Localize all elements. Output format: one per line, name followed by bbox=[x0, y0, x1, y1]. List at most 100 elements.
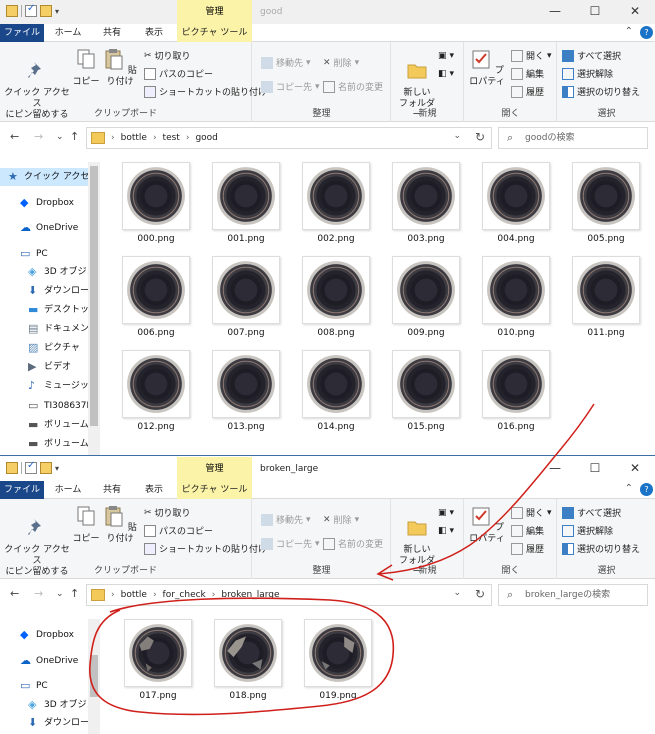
nav-item[interactable]: ▬ ボリューム (F:) bbox=[0, 435, 88, 453]
address-bar[interactable]: › bottle › for_check › broken_large ⌄ ↻ bbox=[86, 584, 492, 606]
tab-share[interactable]: 共有 bbox=[94, 24, 130, 42]
file-item[interactable]: 010.png bbox=[476, 256, 556, 344]
close-button[interactable]: ✕ bbox=[615, 0, 655, 24]
nav-item[interactable]: ◆ Dropbox bbox=[0, 194, 88, 212]
tab-view[interactable]: 表示 bbox=[136, 24, 172, 42]
new-item-button[interactable]: ▣ ▾ bbox=[438, 49, 454, 62]
nav-item[interactable]: ◈ 3D オブジェクト bbox=[0, 263, 88, 281]
file-item[interactable]: 018.png bbox=[208, 619, 288, 707]
copy-path-button[interactable]: パスのコピー bbox=[144, 67, 213, 80]
properties-icon[interactable] bbox=[25, 460, 37, 474]
easy-access-button[interactable]: ◧ ▾ bbox=[438, 67, 454, 80]
help-icon[interactable]: ? bbox=[640, 26, 653, 39]
nav-item[interactable]: ♪ ミュージック bbox=[0, 377, 88, 395]
file-item[interactable]: 006.png bbox=[116, 256, 196, 344]
paste-button[interactable]: 貼り付け bbox=[102, 48, 138, 88]
invert-selection-button[interactable]: 選択の切り替え bbox=[562, 85, 640, 98]
search-input[interactable]: ⌕ goodの検索 bbox=[498, 127, 648, 149]
rename-button[interactable]: 名前の変更 bbox=[323, 537, 383, 550]
properties-button[interactable]: プロパティ bbox=[467, 48, 507, 88]
nav-scrollbar[interactable] bbox=[88, 619, 100, 734]
select-all-button[interactable]: すべて選択 bbox=[562, 506, 621, 519]
new-item-button[interactable]: ▣ ▾ bbox=[438, 506, 454, 519]
nav-scrollbar[interactable] bbox=[88, 162, 100, 455]
nav-item[interactable]: ◆ Dropbox bbox=[0, 626, 88, 644]
cut-button[interactable]: ✂ 切り取り bbox=[144, 49, 191, 63]
edit-button[interactable]: 編集 bbox=[511, 524, 544, 537]
up-button[interactable]: ↑ bbox=[70, 130, 79, 143]
maximize-button[interactable]: ☐ bbox=[575, 0, 615, 24]
file-item[interactable]: 003.png bbox=[386, 162, 466, 250]
tab-share[interactable]: 共有 bbox=[94, 481, 130, 499]
customize-toolbar-icon[interactable]: ▾ bbox=[55, 7, 59, 16]
move-to-button[interactable]: 移動先 ▾ bbox=[261, 513, 311, 526]
new-folder-icon[interactable] bbox=[40, 5, 52, 17]
open-button[interactable]: 開く ▾ bbox=[511, 49, 552, 62]
file-item[interactable]: 015.png bbox=[386, 350, 466, 438]
breadcrumb-item[interactable]: for_check bbox=[163, 585, 206, 605]
tab-home[interactable]: ホーム bbox=[50, 24, 86, 42]
copy-button[interactable]: コピー bbox=[72, 48, 100, 88]
tab-picture-tools[interactable]: ピクチャ ツール bbox=[177, 481, 252, 499]
customize-toolbar-icon[interactable]: ▾ bbox=[55, 464, 59, 473]
file-item[interactable]: 004.png bbox=[476, 162, 556, 250]
collapse-ribbon-icon[interactable]: ⌃ bbox=[625, 26, 633, 37]
breadcrumb-item[interactable]: broken_large bbox=[221, 585, 279, 605]
paste-shortcut-button[interactable]: ショートカットの貼り付け bbox=[144, 85, 267, 98]
nav-item[interactable]: ▬ ボリューム (D:) bbox=[0, 416, 88, 434]
address-dropdown-icon[interactable]: ⌄ bbox=[453, 131, 461, 141]
nav-item[interactable]: ▨ ピクチャ bbox=[0, 339, 88, 357]
search-input[interactable]: ⌕ broken_largeの検索 bbox=[498, 584, 648, 606]
open-button[interactable]: 開く ▾ bbox=[511, 506, 552, 519]
file-item[interactable]: 002.png bbox=[296, 162, 376, 250]
forward-button[interactable]: → bbox=[34, 587, 43, 600]
breadcrumb-item[interactable]: bottle bbox=[121, 128, 147, 148]
rename-button[interactable]: 名前の変更 bbox=[323, 80, 383, 93]
nav-item[interactable]: ☁ OneDrive bbox=[0, 219, 88, 237]
refresh-icon[interactable]: ↻ bbox=[475, 587, 485, 601]
refresh-icon[interactable]: ↻ bbox=[475, 130, 485, 144]
up-button[interactable]: ↑ bbox=[70, 587, 79, 600]
file-item[interactable]: 005.png bbox=[566, 162, 646, 250]
history-button[interactable]: 履歴 bbox=[511, 85, 544, 98]
delete-button[interactable]: ✕ 削除 ▾ bbox=[323, 56, 359, 70]
delete-button[interactable]: ✕ 削除 ▾ bbox=[323, 513, 359, 527]
select-none-button[interactable]: 選択解除 bbox=[562, 524, 613, 537]
copy-path-button[interactable]: パスのコピー bbox=[144, 524, 213, 537]
file-item[interactable]: 019.png bbox=[298, 619, 378, 707]
tab-file[interactable]: ファイル bbox=[0, 24, 44, 42]
nav-item[interactable]: ★ クイック アクセス bbox=[0, 168, 88, 186]
tab-file[interactable]: ファイル bbox=[0, 481, 44, 499]
copy-button[interactable]: コピー bbox=[72, 505, 100, 545]
context-tab-manage[interactable]: 管理 bbox=[177, 0, 252, 24]
tab-home[interactable]: ホーム bbox=[50, 481, 86, 499]
nav-item[interactable]: ▬ デスクトップ bbox=[0, 301, 88, 319]
recent-dropdown-icon[interactable]: ⌄ bbox=[56, 132, 64, 142]
nav-item[interactable]: ◈ 3D オブジェクト bbox=[0, 696, 88, 714]
nav-item[interactable]: ▶ ビデオ bbox=[0, 358, 88, 376]
nav-item[interactable]: ▭ PC bbox=[0, 245, 88, 263]
back-button[interactable]: ← bbox=[10, 587, 19, 600]
file-item[interactable]: 009.png bbox=[386, 256, 466, 344]
tab-picture-tools[interactable]: ピクチャ ツール bbox=[177, 24, 252, 42]
file-item[interactable]: 016.png bbox=[476, 350, 556, 438]
breadcrumb-item[interactable]: bottle bbox=[121, 585, 147, 605]
easy-access-button[interactable]: ◧ ▾ bbox=[438, 524, 454, 537]
file-item[interactable]: 001.png bbox=[206, 162, 286, 250]
copy-to-button[interactable]: コピー先 ▾ bbox=[261, 537, 320, 550]
file-item[interactable]: 008.png bbox=[296, 256, 376, 344]
scroll-thumb[interactable] bbox=[90, 655, 98, 697]
help-icon[interactable]: ? bbox=[640, 483, 653, 496]
nav-item[interactable]: ⬇ ダウンロード bbox=[0, 282, 88, 300]
file-item[interactable]: 007.png bbox=[206, 256, 286, 344]
context-tab-manage[interactable]: 管理 bbox=[177, 457, 252, 481]
copy-to-button[interactable]: コピー先 ▾ bbox=[261, 80, 320, 93]
select-all-button[interactable]: すべて選択 bbox=[562, 49, 621, 62]
address-dropdown-icon[interactable]: ⌄ bbox=[453, 588, 461, 598]
forward-button[interactable]: → bbox=[34, 130, 43, 143]
file-item[interactable]: 013.png bbox=[206, 350, 286, 438]
move-to-button[interactable]: 移動先 ▾ bbox=[261, 56, 311, 69]
nav-item[interactable]: ☁ OneDrive bbox=[0, 652, 88, 670]
invert-selection-button[interactable]: 選択の切り替え bbox=[562, 542, 640, 555]
tab-view[interactable]: 表示 bbox=[136, 481, 172, 499]
